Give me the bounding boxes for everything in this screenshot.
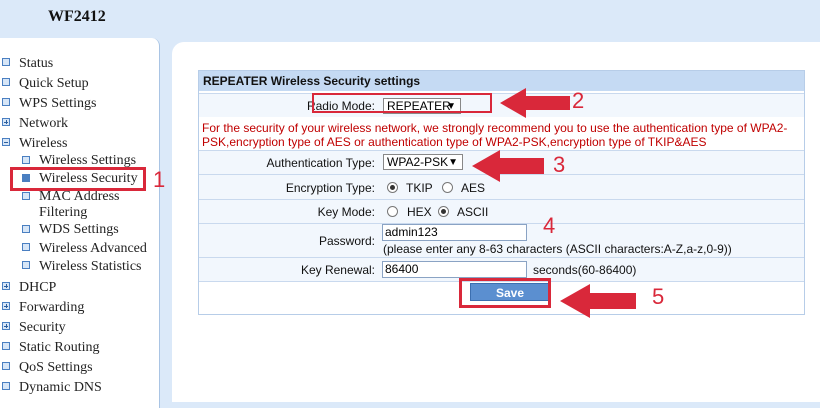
brand-title: WF2412 bbox=[48, 8, 106, 25]
encryption-tkip-label: TKIP bbox=[406, 181, 433, 195]
key-mode-ascii-radio[interactable] bbox=[438, 206, 449, 217]
page-icon bbox=[2, 78, 10, 86]
sidebar-item-dynamic-dns[interactable]: Dynamic DNS bbox=[19, 380, 102, 396]
encryption-tkip-radio[interactable] bbox=[387, 182, 398, 193]
page-icon bbox=[2, 362, 10, 370]
page-icon bbox=[22, 156, 30, 164]
page-icon bbox=[2, 98, 10, 106]
page-icon bbox=[2, 382, 10, 390]
annotation-number-5: 5 bbox=[652, 284, 665, 309]
sidebar-item-dhcp[interactable]: DHCP bbox=[19, 280, 56, 296]
minus-icon[interactable] bbox=[2, 138, 10, 146]
sidebar-item-wireless-statistics[interactable]: Wireless Statistics bbox=[39, 259, 141, 275]
sidebar-item-wireless-advanced[interactable]: Wireless Advanced bbox=[39, 241, 147, 257]
auth-type-select[interactable]: WPA2-PSK ▼ bbox=[383, 154, 463, 170]
top-bar: WF2412 bbox=[0, 0, 820, 40]
annotation-number-3: 3 bbox=[553, 152, 566, 177]
page-icon bbox=[22, 243, 30, 251]
key-mode-label: Key Mode: bbox=[317, 205, 375, 219]
key-mode-row: Key Mode: HEX ASCII bbox=[199, 199, 804, 223]
sidebar-item-static-routing[interactable]: Static Routing bbox=[19, 340, 100, 356]
highlight-radio-mode bbox=[312, 93, 492, 113]
page-icon bbox=[2, 342, 10, 350]
sidebar-item-network[interactable]: Network bbox=[19, 116, 68, 132]
key-mode-hex-label: HEX bbox=[407, 205, 432, 219]
plus-icon[interactable] bbox=[2, 322, 10, 330]
sidebar-item-status[interactable]: Status bbox=[19, 56, 53, 72]
highlight-wireless-security bbox=[10, 167, 146, 191]
sidebar-item-filtering[interactable]: Filtering bbox=[39, 205, 87, 221]
page-icon bbox=[2, 58, 10, 66]
key-renewal-input[interactable]: 86400 bbox=[382, 261, 527, 278]
key-mode-ascii-label: ASCII bbox=[457, 205, 489, 219]
key-renewal-unit: seconds(60-86400) bbox=[533, 263, 637, 277]
password-row: Password: admin123 (please enter any 8-6… bbox=[199, 223, 804, 257]
arrow-2-icon bbox=[500, 88, 570, 118]
plus-icon[interactable] bbox=[2, 302, 10, 310]
annotation-number-2: 2 bbox=[572, 88, 585, 113]
auth-type-label: Authentication Type: bbox=[266, 156, 375, 170]
sidebar-item-forwarding[interactable]: Forwarding bbox=[19, 300, 84, 316]
annotation-number-1: 1 bbox=[153, 167, 166, 192]
sidebar-item-wps-settings[interactable]: WPS Settings bbox=[19, 96, 96, 112]
auth-type-value: WPA2-PSK bbox=[387, 155, 449, 169]
dropdown-arrow-icon: ▼ bbox=[448, 157, 458, 168]
highlight-save bbox=[459, 278, 551, 308]
page-icon bbox=[22, 192, 30, 200]
sidebar-item-quick-setup[interactable]: Quick Setup bbox=[19, 76, 89, 92]
plus-icon[interactable] bbox=[2, 282, 10, 290]
sidebar-item-wds-settings[interactable]: WDS Settings bbox=[39, 222, 119, 238]
key-mode-hex-radio[interactable] bbox=[387, 206, 398, 217]
sidebar-item-mac-address[interactable]: MAC Address bbox=[39, 189, 120, 205]
page-icon bbox=[22, 261, 30, 269]
key-renewal-label: Key Renewal: bbox=[300, 263, 375, 277]
password-hint: (please enter any 8-63 characters (ASCII… bbox=[383, 242, 732, 256]
security-warning-text: For the security of your wireless networ… bbox=[202, 121, 788, 149]
arrow-3-icon bbox=[472, 150, 544, 182]
sidebar-item-security[interactable]: Security bbox=[19, 320, 66, 336]
encryption-aes-label: AES bbox=[461, 181, 486, 195]
sidebar-item-wireless[interactable]: Wireless bbox=[19, 136, 67, 152]
arrow-5-icon bbox=[560, 284, 636, 318]
encryption-aes-radio[interactable] bbox=[442, 182, 453, 193]
password-label: Password: bbox=[318, 234, 375, 248]
password-input[interactable]: admin123 bbox=[382, 224, 527, 241]
encryption-type-label: Encryption Type: bbox=[285, 181, 375, 195]
sidebar-item-qos-settings[interactable]: QoS Settings bbox=[19, 360, 93, 376]
plus-icon[interactable] bbox=[2, 118, 10, 126]
page-icon bbox=[22, 225, 30, 233]
annotation-number-4: 4 bbox=[543, 213, 556, 238]
